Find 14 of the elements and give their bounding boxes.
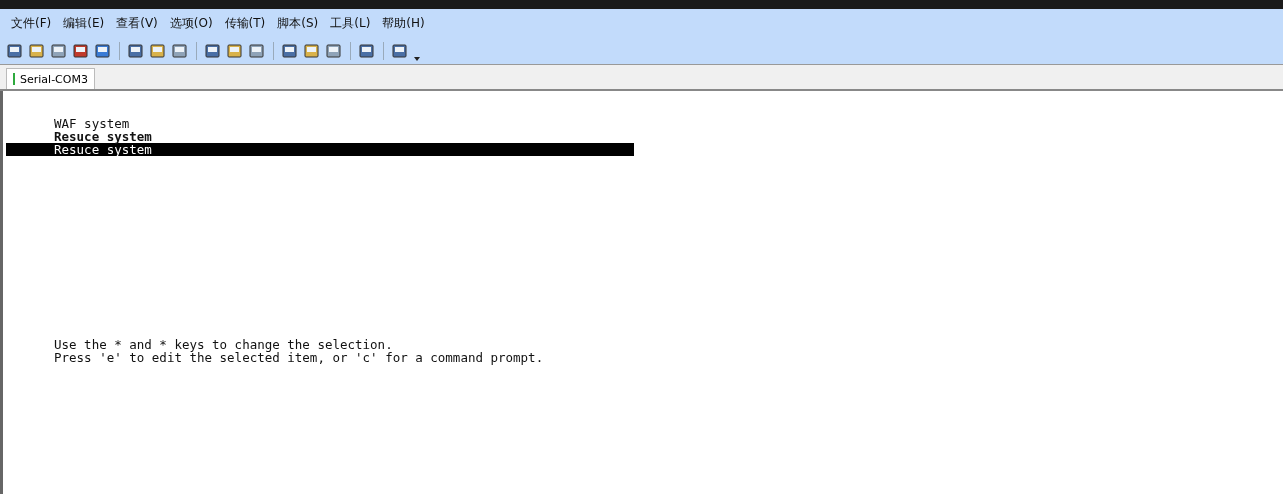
menu-item[interactable]: 选项(O) — [164, 14, 218, 32]
menu-item[interactable]: 传输(T) — [219, 14, 271, 32]
boot-entry[interactable]: Resuce system — [6, 143, 634, 156]
boot-entry[interactable]: Resuce system — [3, 130, 634, 143]
session-tab[interactable]: Serial-COM3 — [6, 68, 95, 89]
help-text: Press 'e' to edit the selected item, or 'c' for a command prompt. — [53, 351, 545, 364]
help-text: Use the * and * keys to change the selection. — [53, 338, 393, 351]
menu-item[interactable]: 脚本(S) — [272, 14, 324, 32]
menu-item[interactable]: 工具(L) — [325, 14, 376, 32]
menu-item[interactable]: 编辑(E) — [58, 14, 110, 32]
menu-item[interactable]: 帮助(H) — [377, 14, 430, 32]
menu-item[interactable]: 文件(F) — [6, 14, 57, 32]
menu-item[interactable]: 查看(V) — [111, 14, 163, 32]
boot-entry[interactable]: WAF system — [3, 117, 634, 130]
